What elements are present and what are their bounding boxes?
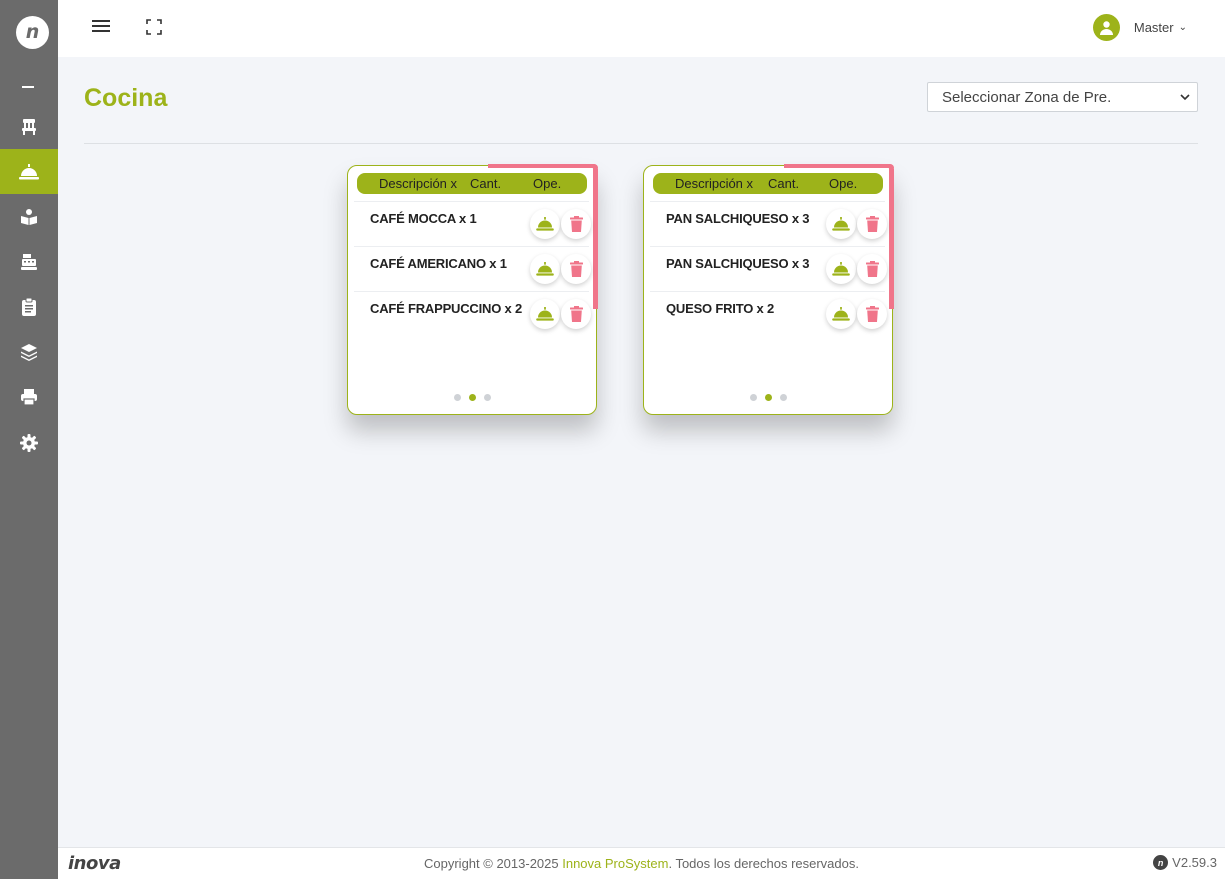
- trash-icon: [865, 216, 879, 232]
- sidebar-item-mesas[interactable]: [0, 104, 58, 149]
- list-item: PAN SALCHIQUESO x 3: [650, 201, 887, 246]
- delete-button[interactable]: [857, 254, 887, 284]
- delete-button[interactable]: [561, 254, 591, 284]
- pagination-dot-active[interactable]: [468, 394, 476, 401]
- list-item: PAN SALCHIQUESO x 3: [650, 246, 887, 291]
- trash-icon: [865, 306, 879, 322]
- delete-button[interactable]: [857, 299, 887, 329]
- list-item: CAFÉ MOCCA x 1: [354, 201, 591, 246]
- dispatch-button[interactable]: [530, 254, 560, 284]
- printer-icon: [21, 388, 37, 406]
- dispatch-button[interactable]: [826, 254, 856, 284]
- service-bell-icon: [536, 262, 554, 276]
- header-divider: [84, 143, 1198, 144]
- list-item: QUESO FRITO x 2: [650, 291, 887, 336]
- hamburger-menu-icon[interactable]: [92, 17, 112, 35]
- sidebar-item-caja[interactable]: [0, 239, 58, 284]
- copyright-prefix: Copyright © 2013-2025: [424, 856, 563, 871]
- service-bell-icon: [536, 217, 554, 231]
- service-bell-icon: [19, 163, 39, 179]
- column-quantity: Cant.: [470, 176, 502, 191]
- app-logo[interactable]: n: [16, 16, 49, 49]
- pagination-dot[interactable]: [749, 394, 757, 401]
- card-header: Descripción x Cant. Ope.: [357, 173, 587, 194]
- user-icon: [1099, 21, 1113, 35]
- avatar: [1092, 14, 1120, 41]
- dispatch-button[interactable]: [530, 299, 560, 329]
- sidebar-collapse-icon[interactable]: [22, 86, 34, 88]
- order-card: Descripción x Cant. Ope. CAFÉ MOCCA x 1 …: [347, 164, 598, 415]
- service-bell-icon: [832, 217, 850, 231]
- service-bell-icon: [536, 307, 554, 321]
- item-text: CAFÉ MOCCA x 1: [370, 211, 477, 226]
- dispatch-button[interactable]: [826, 209, 856, 239]
- card-header: Descripción x Cant. Ope.: [653, 173, 883, 194]
- pagination-dot[interactable]: [483, 394, 491, 401]
- item-text: CAFÉ FRAPPUCCINO x 2: [370, 301, 523, 316]
- pagination-dots: [348, 394, 596, 401]
- service-bell-icon: [832, 307, 850, 321]
- item-text: PAN SALCHIQUESO x 3: [666, 211, 810, 226]
- dispatch-button[interactable]: [826, 299, 856, 329]
- chevron-down-icon: ⌄: [1178, 22, 1187, 33]
- item-text: CAFÉ AMERICANO x 1: [370, 256, 507, 271]
- zone-select[interactable]: Seleccionar Zona de Pre.: [927, 82, 1198, 112]
- pagination-dot[interactable]: [779, 394, 787, 401]
- sidebar-item-menu[interactable]: [0, 194, 58, 239]
- list-item: CAFÉ FRAPPUCCINO x 2: [354, 291, 591, 336]
- column-description: Descripción x: [675, 176, 754, 191]
- copyright-suffix: . Todos los derechos reservados.: [668, 856, 859, 871]
- card-status-accent: [784, 164, 894, 168]
- order-card: Descripción x Cant. Ope. PAN SALCHIQUESO…: [643, 164, 894, 415]
- item-text: QUESO FRITO x 2: [666, 301, 775, 316]
- sidebar-item-impresoras[interactable]: [0, 374, 58, 419]
- chevron-down-icon: [1180, 94, 1190, 101]
- trash-icon: [569, 306, 583, 322]
- copyright: Copyright © 2013-2025 Innova ProSystem. …: [58, 856, 1225, 871]
- pagination-dot[interactable]: [453, 394, 461, 401]
- innova-logo-icon: n: [1153, 855, 1169, 870]
- user-name: Master: [1133, 20, 1174, 35]
- card-status-accent: [488, 164, 598, 168]
- chair-icon: [22, 118, 36, 135]
- pagination-dot-active[interactable]: [764, 394, 772, 401]
- trash-icon: [865, 261, 879, 277]
- card-status-accent: [889, 164, 894, 309]
- column-operation: Ope.: [533, 176, 562, 191]
- sidebar-item-configuracion[interactable]: [0, 420, 58, 465]
- brand-link[interactable]: Innova ProSystem: [562, 856, 668, 871]
- delete-button[interactable]: [561, 209, 591, 239]
- delete-button[interactable]: [561, 299, 591, 329]
- column-operation: Ope.: [829, 176, 858, 191]
- delete-button[interactable]: [857, 209, 887, 239]
- sidebar-item-reportes[interactable]: [0, 284, 58, 329]
- trash-icon: [569, 261, 583, 277]
- zone-select-value: Seleccionar Zona de Pre.: [942, 88, 1112, 106]
- version-badge: n V2.59.3: [1153, 855, 1217, 870]
- dispatch-button[interactable]: [530, 209, 560, 239]
- list-item: CAFÉ AMERICANO x 1: [354, 246, 591, 291]
- clipboard-icon: [22, 297, 36, 316]
- sidebar-item-cocina[interactable]: [0, 149, 58, 194]
- layers-icon: [21, 343, 37, 361]
- item-text: PAN SALCHIQUESO x 3: [666, 256, 810, 271]
- fullscreen-icon[interactable]: [146, 19, 162, 35]
- column-description: Descripción x: [379, 176, 458, 191]
- service-bell-icon: [832, 262, 850, 276]
- column-quantity: Cant.: [768, 176, 800, 191]
- sidebar-item-inventario[interactable]: [0, 329, 58, 374]
- topbar: Master ⌄: [58, 0, 1225, 57]
- trash-icon: [569, 216, 583, 232]
- sidebar: n: [0, 0, 58, 879]
- user-menu[interactable]: Master ⌄: [1092, 14, 1187, 41]
- pagination-dots: [644, 394, 892, 401]
- card-status-accent: [593, 164, 598, 309]
- logo-glyph: n: [25, 21, 40, 43]
- cash-register-icon: [21, 253, 37, 270]
- footer: inova Copyright © 2013-2025 Innova ProSy…: [58, 847, 1225, 879]
- page-title: Cocina: [84, 84, 168, 112]
- gear-icon: [20, 433, 38, 452]
- version-text: V2.59.3: [1172, 855, 1217, 870]
- book-icon: [21, 208, 37, 225]
